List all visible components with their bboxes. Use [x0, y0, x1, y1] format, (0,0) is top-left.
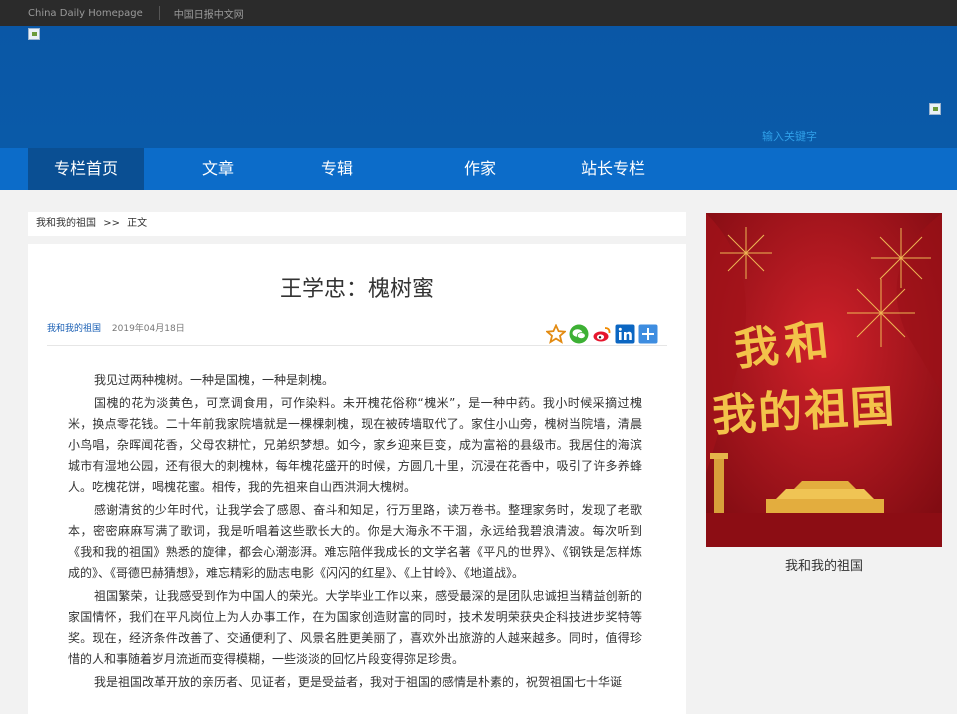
top-bar: China Daily Homepage 中国日报中文网	[0, 0, 957, 26]
article-paragraph: 我见过两种槐树。一种是国槐，一种是刺槐。	[94, 373, 335, 387]
article-paragraph: 祖国繁荣，让我感受到作为中国人的荣光。大学毕业工作以来，感受最深的是团队忠诚担当…	[68, 589, 642, 666]
main-nav: 专栏首页 文章 专辑 作家 站长专栏	[0, 148, 957, 323]
weibo-icon[interactable]	[592, 324, 612, 344]
nav-item-home[interactable]: 专栏首页	[28, 148, 144, 190]
nav-item-webmaster[interactable]: 站长专栏	[568, 148, 658, 190]
wechat-icon[interactable]	[569, 324, 589, 344]
nav-item-writers[interactable]: 作家	[450, 148, 510, 190]
share-bar	[546, 324, 658, 344]
breadcrumb-separator: >>	[103, 218, 120, 229]
logo-broken-image-icon[interactable]	[28, 28, 40, 40]
article-date: 2019年04月18日	[111, 324, 185, 334]
article-card: 王学忠：槐树蜜 我和我的祖国 2019年04月18日 我见过两种槐树。一种是国槐…	[28, 244, 686, 714]
poster-caption[interactable]: 我和我的祖国	[706, 555, 942, 574]
china-daily-homepage-link[interactable]: China Daily Homepage	[0, 8, 159, 19]
star-icon[interactable]	[546, 324, 566, 344]
divider	[47, 345, 667, 346]
article-title: 王学忠：槐树蜜	[279, 277, 434, 302]
poster-calligraphy-line1: 我和	[732, 314, 837, 377]
column-poster[interactable]: 我和 我的祖国	[706, 213, 942, 547]
header-banner	[0, 26, 957, 148]
article-body: 我见过两种槐树。一种是国槐，一种是刺槐。 国槐的花为淡黄色，可烹调食用，可作染料…	[68, 370, 642, 695]
article-paragraph: 感谢清贫的少年时代，让我学会了感恩、奋斗和知足，行万里路，读万卷书。整理家务时，…	[68, 503, 642, 580]
nav-item-albums[interactable]: 专辑	[308, 148, 366, 190]
article-meta: 我和我的祖国 2019年04月18日	[47, 321, 185, 334]
article-paragraph: 我是祖国改革开放的亲历者、见证者，更是受益者，我对于祖国的感情是朴素的，祝贺祖国…	[94, 675, 623, 689]
plus-icon[interactable]	[638, 324, 658, 344]
breadcrumb-current: 正文	[127, 218, 148, 229]
breadcrumb-section[interactable]: 我和我的祖国	[36, 218, 96, 229]
article-source-link[interactable]: 我和我的祖国	[47, 324, 101, 334]
breadcrumb: 我和我的祖国 >> 正文	[28, 212, 686, 236]
nav-item-articles[interactable]: 文章	[182, 148, 254, 190]
linkedin-icon[interactable]	[615, 324, 635, 344]
chinadaily-cn-link[interactable]: 中国日报中文网	[160, 6, 244, 21]
nav-item-albums-label: 专辑	[320, 159, 353, 178]
search-button-icon[interactable]	[929, 103, 941, 115]
poster-calligraphy-line2: 我的祖国	[711, 381, 898, 442]
search-input[interactable]	[762, 126, 912, 146]
article-paragraph: 国槐的花为淡黄色，可烹调食用，可作染料。未开槐花俗称“槐米”，是一种中药。我小时…	[68, 396, 642, 494]
